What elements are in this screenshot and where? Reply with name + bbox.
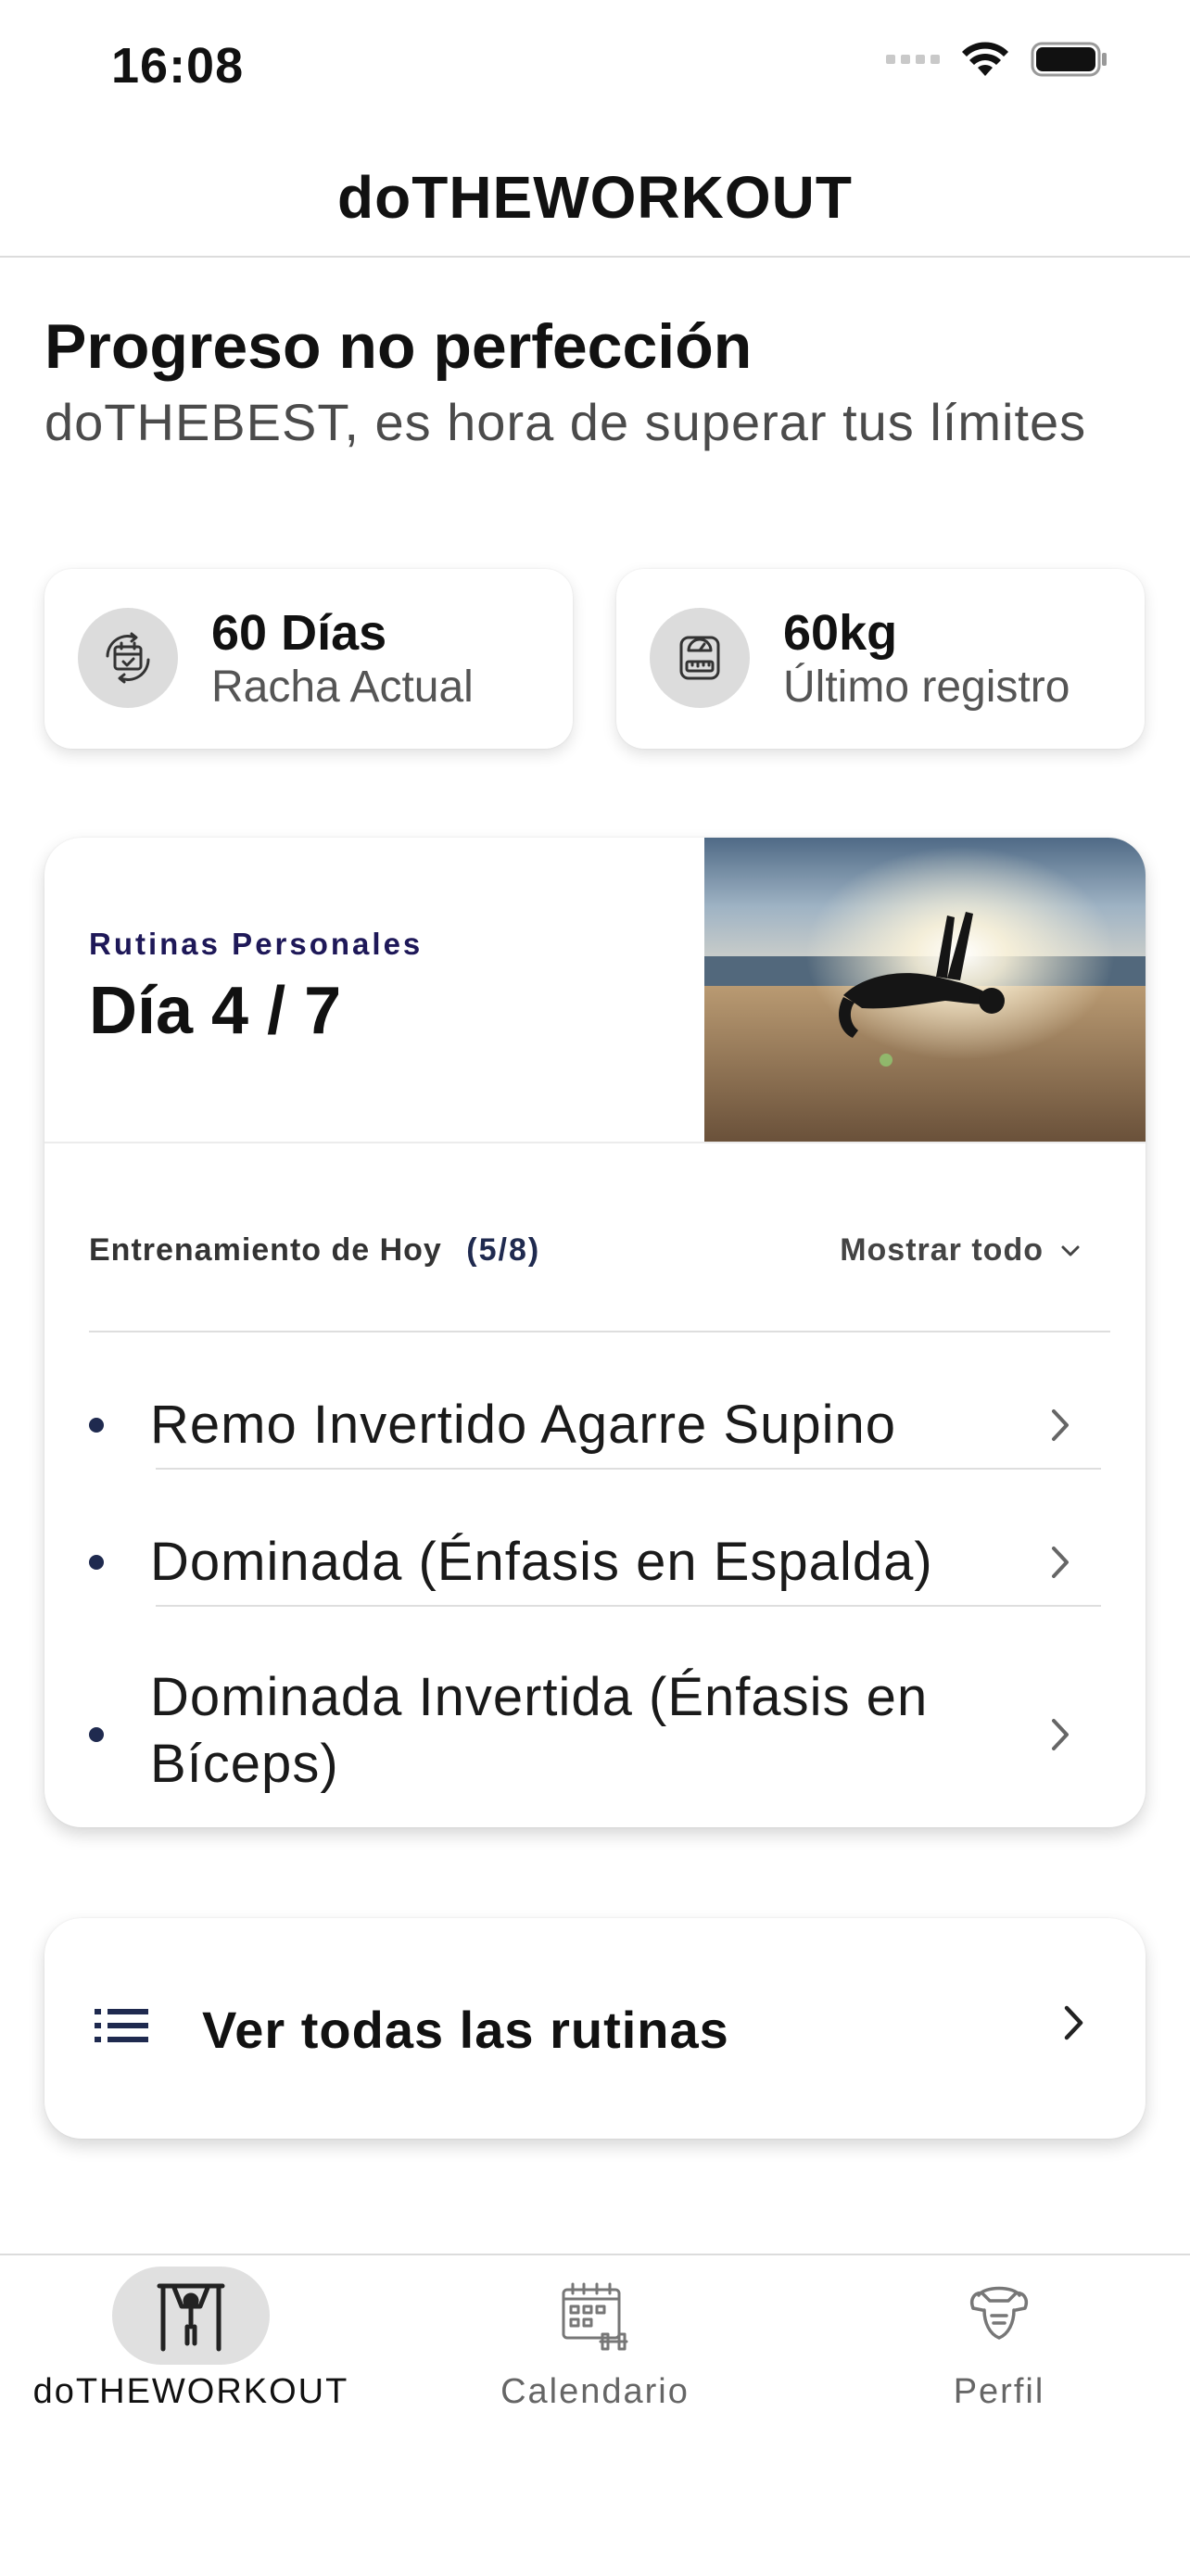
view-all-routines-label: Ver todas las rutinas bbox=[202, 2001, 729, 2059]
status-time: 16:08 bbox=[111, 38, 245, 94]
weight-label: Último registro bbox=[783, 663, 1070, 712]
streak-calendar-icon bbox=[78, 608, 178, 708]
exercise-list-item[interactable]: Remo Invertido Agarre Supino bbox=[89, 1368, 1146, 1479]
exercise-name: Dominada (Énfasis en Espalda) bbox=[150, 1532, 933, 1592]
tab-label: Perfil bbox=[953, 2372, 1045, 2411]
tab-active-indicator bbox=[112, 2267, 270, 2365]
routine-day-progress: Día 4 / 7 bbox=[89, 974, 342, 1048]
streak-stat-card[interactable]: 60 Días Racha Actual bbox=[44, 569, 573, 749]
exercise-name: Dominada Invertida (Énfasis en Bíceps) bbox=[150, 1667, 929, 1794]
tab-icon-container bbox=[516, 2267, 674, 2365]
list-icon bbox=[95, 2009, 148, 2042]
cellular-signal-icon bbox=[886, 55, 940, 64]
app-title: doTHEWORKOUT bbox=[337, 164, 853, 231]
exercise-list-item[interactable]: Dominada Invertida (Énfasis en Bíceps) bbox=[89, 1644, 1146, 1801]
today-workout-row: Entrenamiento de Hoy (5/8) Mostrar todo bbox=[89, 1232, 1099, 1279]
view-all-routines-button[interactable]: Ver todas las rutinas bbox=[44, 1918, 1146, 2139]
wifi-icon bbox=[962, 42, 1008, 76]
backflip-on-beach-photo bbox=[704, 838, 1146, 1142]
today-workout-label: Entrenamiento de Hoy bbox=[89, 1232, 442, 1268]
chevron-right-icon bbox=[1052, 1547, 1069, 1578]
streak-value: 60 Días bbox=[211, 605, 387, 661]
tab-label: Calendario bbox=[500, 2372, 690, 2411]
bullet-icon bbox=[89, 1418, 104, 1433]
tab-label: doTHEWORKOUT bbox=[32, 2372, 349, 2411]
routine-card-header[interactable]: Rutinas Personales Día 4 / 7 bbox=[44, 838, 1146, 1143]
chevron-right-icon bbox=[1052, 1409, 1069, 1441]
chevron-right-icon bbox=[1052, 1719, 1069, 1750]
battery-icon bbox=[1031, 42, 1107, 77]
tab-profile[interactable]: Perfil bbox=[814, 2267, 1184, 2412]
tab-workout[interactable]: doTHEWORKOUT bbox=[6, 2267, 376, 2412]
divider bbox=[89, 1331, 1110, 1332]
divider bbox=[156, 1605, 1101, 1607]
bullet-icon bbox=[89, 1727, 104, 1742]
weight-value: 60kg bbox=[783, 605, 898, 661]
status-bar: 16:08 bbox=[0, 0, 1190, 130]
tab-icon-container bbox=[920, 2267, 1078, 2365]
greeting-title: Progreso no perfección bbox=[44, 311, 753, 382]
chevron-down-icon bbox=[1061, 1245, 1080, 1256]
show-all-button[interactable]: Mostrar todo bbox=[840, 1232, 1081, 1269]
chevron-right-icon bbox=[1064, 2005, 1083, 2040]
exercise-name: Remo Invertido Agarre Supino bbox=[150, 1395, 896, 1455]
show-all-label: Mostrar todo bbox=[840, 1232, 1044, 1268]
pullup-bar-icon bbox=[157, 2283, 225, 2352]
greeting-subtitle: doTHEBEST, es hora de superar tus límite… bbox=[44, 393, 1087, 451]
tab-calendar[interactable]: Calendario bbox=[410, 2267, 780, 2412]
today-workout-count: (5/8) bbox=[466, 1232, 541, 1268]
muscle-torso-icon bbox=[970, 2286, 1028, 2340]
routine-kicker: Rutinas Personales bbox=[89, 927, 424, 961]
streak-label: Racha Actual bbox=[211, 663, 474, 712]
exercise-list-item[interactable]: Dominada (Énfasis en Espalda) bbox=[89, 1505, 1146, 1616]
calendar-dumbbell-icon bbox=[562, 2282, 628, 2351]
divider bbox=[156, 1468, 1101, 1470]
weight-stat-card[interactable]: 60kg Último registro bbox=[616, 569, 1145, 749]
bullet-icon bbox=[89, 1555, 104, 1570]
scale-icon bbox=[650, 608, 750, 708]
routine-card: Rutinas Personales Día 4 / 7 Entrenamien… bbox=[44, 838, 1146, 1827]
navigation-header: doTHEWORKOUT bbox=[0, 139, 1190, 258]
tab-bar: doTHEWORKOUT Calendario Perfil bbox=[0, 2254, 1190, 2576]
status-icons bbox=[886, 41, 1108, 78]
